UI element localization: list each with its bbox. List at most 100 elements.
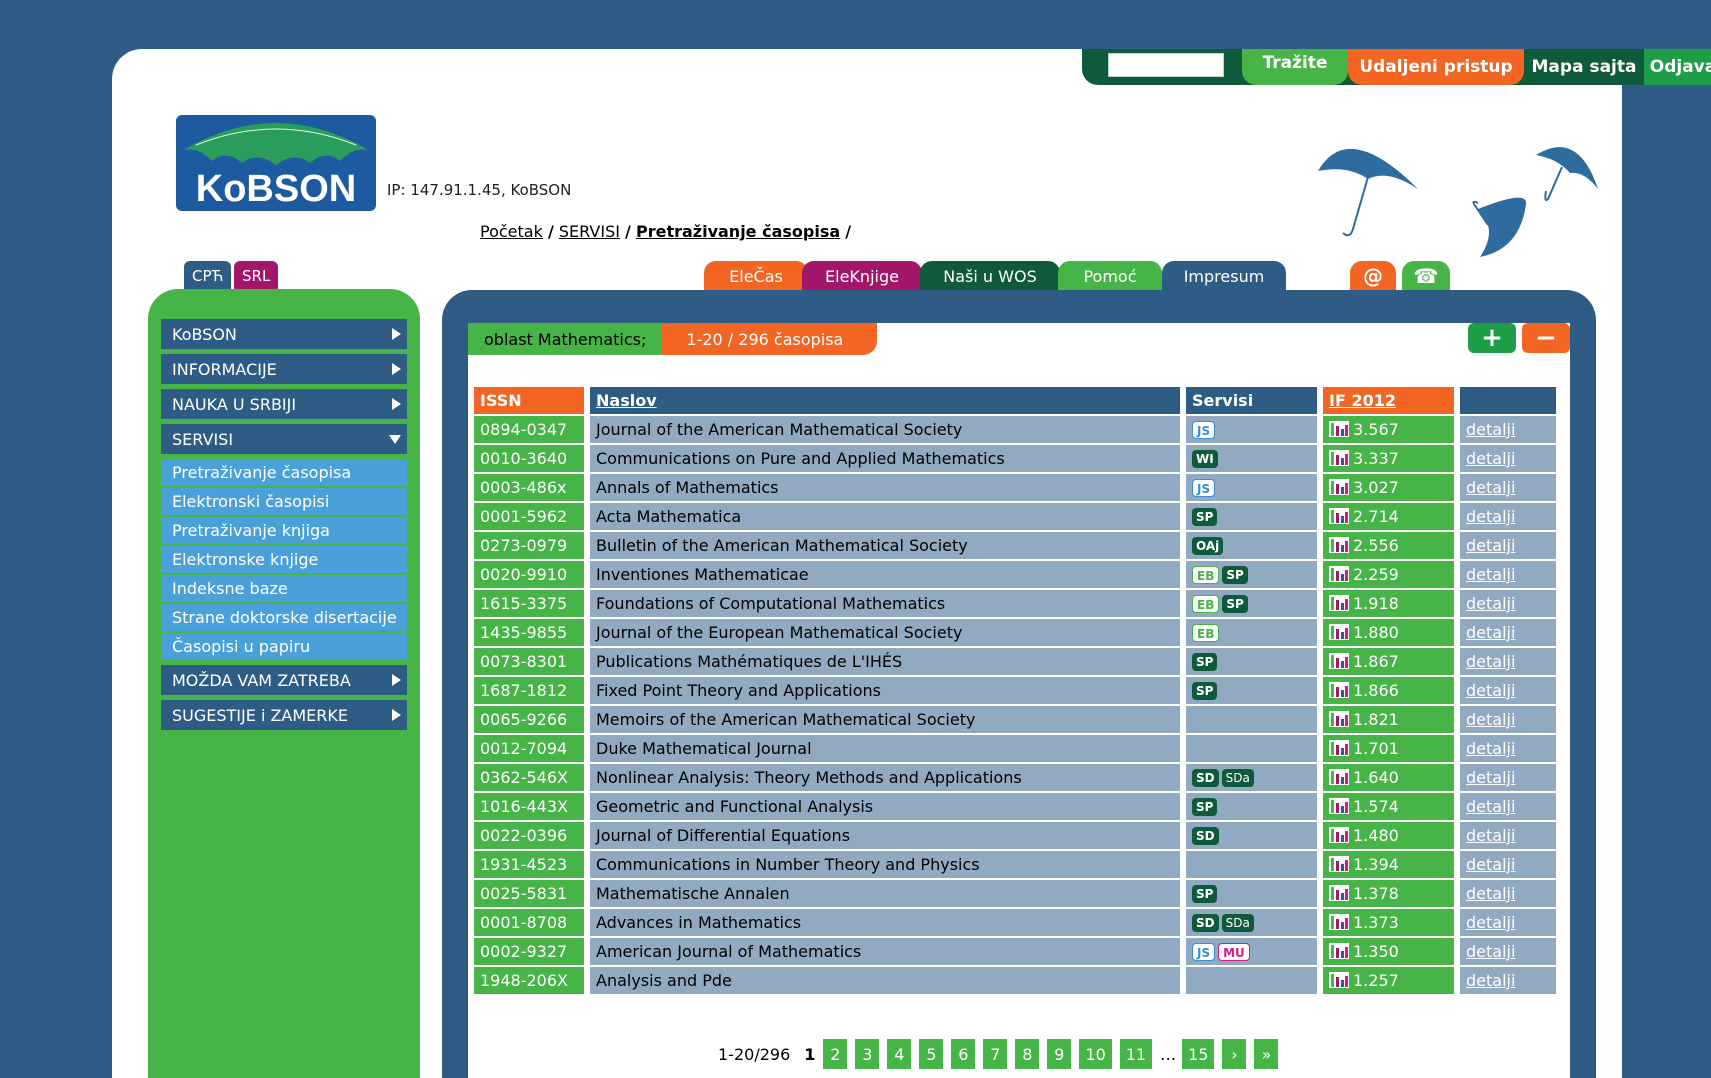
sidebar-item-servisi[interactable]: SERVISI xyxy=(161,424,407,454)
chart-icon[interactable] xyxy=(1329,827,1349,843)
chart-icon[interactable] xyxy=(1329,479,1349,495)
chart-icon[interactable] xyxy=(1329,421,1349,437)
pager-page[interactable]: 5 xyxy=(919,1039,944,1069)
sidebar-subitem[interactable]: Indeksne baze xyxy=(161,575,407,602)
search-input[interactable] xyxy=(1108,53,1224,77)
detalji-link[interactable]: detalji xyxy=(1466,594,1515,613)
service-badge-sp-icon[interactable]: SP xyxy=(1192,508,1218,527)
sidebar-subitem[interactable]: Pretraživanje časopisa xyxy=(161,459,407,486)
detalji-link[interactable]: detalji xyxy=(1466,768,1515,787)
service-badge-sp-icon[interactable]: SP xyxy=(1192,798,1218,817)
service-badge-oaj-icon[interactable]: OAj xyxy=(1192,537,1224,556)
tab-elecas[interactable]: ElеČas xyxy=(704,261,808,291)
sidebar-item-informacije[interactable]: INFORMACIJE xyxy=(161,354,407,384)
tab-impresum[interactable]: Impresum xyxy=(1162,261,1286,291)
tab-nasi-u-wos[interactable]: Naši u WOS xyxy=(920,261,1060,291)
detalji-link[interactable]: detalji xyxy=(1466,942,1515,961)
sidebar-item-kobson[interactable]: KoBSON xyxy=(161,319,407,349)
pager-page[interactable]: 3 xyxy=(855,1039,880,1069)
detalji-link[interactable]: detalji xyxy=(1466,826,1515,845)
service-badge-sp-icon[interactable]: SP xyxy=(1222,595,1248,614)
service-badge-wi-icon[interactable]: WI xyxy=(1192,450,1218,469)
chart-icon[interactable] xyxy=(1329,450,1349,466)
detalji-link[interactable]: detalji xyxy=(1466,652,1515,671)
pager-page[interactable]: 10 xyxy=(1079,1039,1112,1069)
chart-icon[interactable] xyxy=(1329,653,1349,669)
pager-last-page[interactable]: 15 xyxy=(1182,1039,1215,1069)
search-button[interactable]: Tražite xyxy=(1242,49,1348,85)
chart-icon[interactable] xyxy=(1329,972,1349,988)
chart-icon[interactable] xyxy=(1329,769,1349,785)
service-badge-eb-icon[interactable]: EB xyxy=(1192,566,1220,585)
chart-icon[interactable] xyxy=(1329,566,1349,582)
detalji-link[interactable]: detalji xyxy=(1466,884,1515,903)
sidebar-subitem[interactable]: Pretraživanje knjiga xyxy=(161,517,407,544)
detalji-link[interactable]: detalji xyxy=(1466,449,1515,468)
detalji-link[interactable]: detalji xyxy=(1466,913,1515,932)
detalji-link[interactable]: detalji xyxy=(1466,971,1515,990)
pager-page[interactable]: 8 xyxy=(1015,1039,1040,1069)
sidebar-subitem[interactable]: Elektronske knjige xyxy=(161,546,407,573)
header-naslov[interactable]: Naslov xyxy=(590,387,1180,414)
service-badge-eb-icon[interactable]: EB xyxy=(1192,624,1220,643)
pager-page[interactable]: 2 xyxy=(823,1039,848,1069)
service-badge-js-icon[interactable]: JS xyxy=(1192,943,1216,962)
pager-next[interactable]: › xyxy=(1222,1039,1247,1069)
pager-page[interactable]: 7 xyxy=(983,1039,1008,1069)
detalji-link[interactable]: detalji xyxy=(1466,536,1515,555)
breadcrumb-home[interactable]: Početak xyxy=(480,222,543,241)
chart-icon[interactable] xyxy=(1329,537,1349,553)
sidebar-item-nauka[interactable]: NAUKA U SRBIJI xyxy=(161,389,407,419)
detalji-link[interactable]: detalji xyxy=(1466,739,1515,758)
chart-icon[interactable] xyxy=(1329,943,1349,959)
detalji-link[interactable]: detalji xyxy=(1466,623,1515,642)
service-badge-sp-icon[interactable]: SP xyxy=(1192,682,1218,701)
detalji-link[interactable]: detalji xyxy=(1466,710,1515,729)
sidebar-subitem[interactable]: Strane doktorske disertacije xyxy=(161,604,407,631)
detalji-link[interactable]: detalji xyxy=(1466,855,1515,874)
sidebar-item-sugestije[interactable]: SUGESTIJE i ZAMERKE xyxy=(161,700,407,730)
service-badge-sp-icon[interactable]: SP xyxy=(1192,653,1218,672)
chart-icon[interactable] xyxy=(1329,624,1349,640)
service-badge-sd-icon[interactable]: SD xyxy=(1192,914,1219,933)
chart-icon[interactable] xyxy=(1329,508,1349,524)
chart-icon[interactable] xyxy=(1329,682,1349,698)
expand-button[interactable]: + xyxy=(1468,323,1516,353)
lang-latin-tab[interactable]: SRL xyxy=(234,261,279,291)
pager-page[interactable]: 6 xyxy=(951,1039,976,1069)
chart-icon[interactable] xyxy=(1329,914,1349,930)
service-badge-js-icon[interactable]: JS xyxy=(1192,421,1216,440)
chart-icon[interactable] xyxy=(1329,798,1349,814)
collapse-button[interactable]: − xyxy=(1522,323,1570,353)
detalji-link[interactable]: detalji xyxy=(1466,565,1515,584)
tab-pomoc[interactable]: Pomoć xyxy=(1058,261,1162,291)
pager-last[interactable]: » xyxy=(1254,1039,1279,1069)
service-badge-sd-icon[interactable]: SD xyxy=(1192,827,1219,846)
service-badge-js-icon[interactable]: JS xyxy=(1192,479,1216,498)
chart-icon[interactable] xyxy=(1329,595,1349,611)
email-icon[interactable]: @ xyxy=(1350,261,1396,291)
pager-page[interactable]: 11 xyxy=(1119,1039,1153,1069)
chart-icon[interactable] xyxy=(1329,740,1349,756)
tab-eleknjige[interactable]: EleKnjige xyxy=(802,261,922,291)
service-badge-sp-icon[interactable]: SP xyxy=(1192,885,1218,904)
detalji-link[interactable]: detalji xyxy=(1466,507,1515,526)
service-badge-sp-icon[interactable]: SP xyxy=(1222,566,1248,585)
chart-icon[interactable] xyxy=(1329,856,1349,872)
detalji-link[interactable]: detalji xyxy=(1466,681,1515,700)
chart-icon[interactable] xyxy=(1329,885,1349,901)
pager-page[interactable]: 9 xyxy=(1047,1039,1072,1069)
detalji-link[interactable]: detalji xyxy=(1466,797,1515,816)
breadcrumb-servisi[interactable]: SERVISI xyxy=(559,222,620,241)
service-badge-eb-icon[interactable]: EB xyxy=(1192,595,1220,614)
service-badge-sda-icon[interactable]: SDa xyxy=(1221,769,1254,788)
phone-icon[interactable]: ☎ xyxy=(1402,261,1450,291)
detalji-link[interactable]: detalji xyxy=(1466,478,1515,497)
detalji-link[interactable]: detalji xyxy=(1466,420,1515,439)
logout-button[interactable]: Odjava xyxy=(1644,49,1711,85)
site-map-button[interactable]: Mapa sajta xyxy=(1524,49,1644,85)
sidebar-subitem[interactable]: Elektronski časopisi xyxy=(161,488,407,515)
kobson-logo[interactable]: KoBSON xyxy=(176,105,376,249)
header-if[interactable]: IF 2012 xyxy=(1323,387,1454,414)
lang-cyrillic-tab[interactable]: СРЋ xyxy=(184,261,232,291)
